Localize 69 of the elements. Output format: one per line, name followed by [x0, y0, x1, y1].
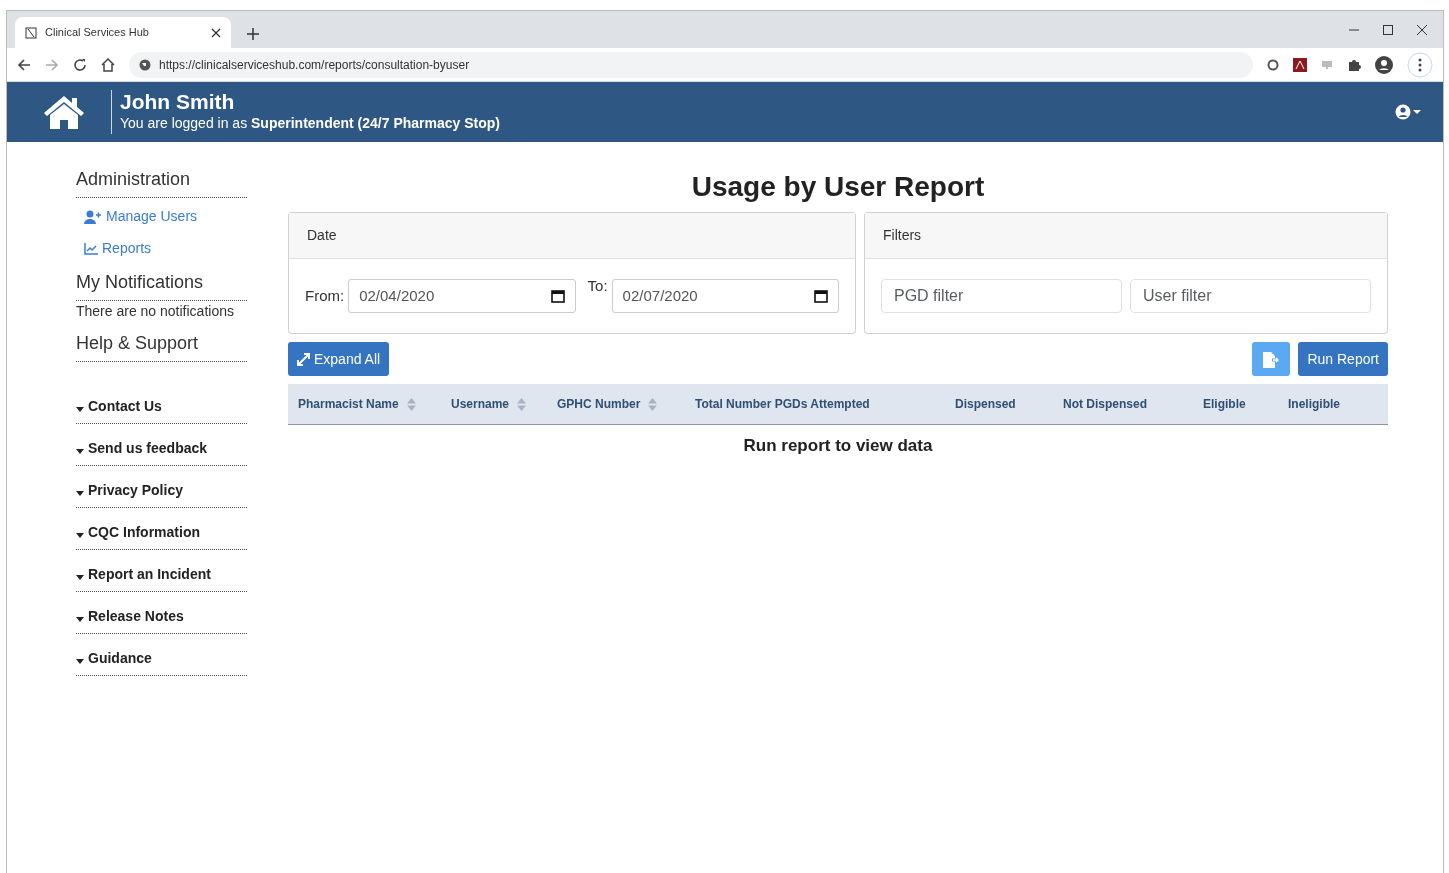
caret-icon	[76, 406, 84, 412]
close-icon[interactable]	[1417, 24, 1427, 35]
page-title: Usage by User Report	[690, 170, 986, 204]
filter-field[interactable]: User filter	[1130, 279, 1371, 313]
column-header: Total Number PGDs Attempted	[695, 396, 871, 413]
from-label: From:	[305, 285, 345, 306]
new-tab-icon[interactable]	[247, 28, 259, 40]
login-status: You are logged in as Superintendent (24/7 Pharmacy Stop)	[120, 114, 500, 134]
sort-icon	[648, 397, 658, 411]
column-header[interactable]: Username	[451, 395, 557, 413]
browser-tab[interactable]: Clinical Services Hub	[15, 17, 231, 48]
reload-icon[interactable]	[73, 57, 87, 72]
pdf-icon[interactable]	[1293, 57, 1307, 72]
close-icon[interactable]	[211, 27, 221, 38]
card-title: Filters	[865, 213, 1387, 259]
circle-icon[interactable]	[1267, 58, 1279, 71]
user-name: John Smith	[120, 89, 236, 114]
column-header: Ineligible	[1288, 396, 1341, 413]
empty-message: Run report to view data	[742, 435, 934, 457]
to-label: To:	[587, 276, 608, 296]
account-icon[interactable]	[1375, 55, 1393, 74]
column-header: Not Dispensed	[1063, 396, 1148, 413]
user-menu-icon[interactable]	[1395, 104, 1421, 120]
date-field[interactable]: 02/07/2020	[611, 279, 839, 313]
filter-field[interactable]: PGD filter	[881, 279, 1122, 313]
help-item[interactable]: Send us feedback	[76, 424, 247, 466]
column-header: Dispensed	[955, 396, 1017, 413]
calendar-icon[interactable]	[814, 289, 828, 303]
chart-icon	[84, 242, 98, 255]
card-title: Date	[289, 213, 855, 259]
url-text[interactable]: https://clinicalserviceshub.com/reports/consultation-byuser	[159, 55, 470, 74]
caret-icon	[76, 490, 84, 496]
sidebar-link[interactable]: Manage Users	[84, 206, 198, 227]
help-item[interactable]: Privacy Policy	[76, 466, 247, 508]
date-field[interactable]: 02/04/2020	[348, 279, 576, 313]
calendar-icon[interactable]	[550, 289, 565, 303]
globe-icon	[139, 58, 151, 71]
caret-icon	[76, 574, 84, 580]
sidebar-link[interactable]: Reports	[84, 238, 152, 259]
back-icon[interactable]	[17, 57, 31, 72]
home-icon[interactable]	[43, 94, 85, 130]
help-item[interactable]: Report an Incident	[76, 550, 247, 592]
column-header: Eligible	[1203, 396, 1247, 413]
help-item[interactable]: Release Notes	[76, 592, 247, 634]
caret-icon	[76, 532, 84, 538]
caret-icon	[76, 658, 84, 664]
expand-all-button[interactable]: Expand All	[288, 342, 390, 376]
help-item[interactable]: CQC Information	[76, 508, 247, 550]
section-title: My Notifications	[76, 269, 247, 301]
file-export-icon	[1261, 350, 1282, 369]
tab-title: Clinical Services Hub	[45, 25, 150, 41]
user-plus-icon	[84, 209, 102, 224]
run-report-button[interactable]: Run Report	[1298, 342, 1388, 376]
expand-icon	[297, 352, 310, 366]
help-item[interactable]: Guidance	[76, 634, 247, 676]
column-header[interactable]: Pharmacist Name	[288, 395, 451, 413]
section-title: Help & Support	[76, 330, 247, 362]
puzzle-icon[interactable]	[1347, 57, 1361, 72]
help-item[interactable]: Contact Us	[76, 382, 247, 424]
home-icon[interactable]	[101, 57, 115, 72]
favicon-icon	[25, 26, 37, 39]
sort-icon	[406, 397, 416, 411]
notification-text: There are no notifications	[76, 302, 235, 321]
caret-icon	[76, 616, 84, 622]
caret-icon	[76, 448, 84, 454]
sort-icon	[517, 397, 527, 411]
section-title: Administration	[76, 166, 247, 198]
maximize-icon[interactable]	[1383, 24, 1393, 35]
column-header[interactable]: GPHC Number	[557, 395, 695, 413]
